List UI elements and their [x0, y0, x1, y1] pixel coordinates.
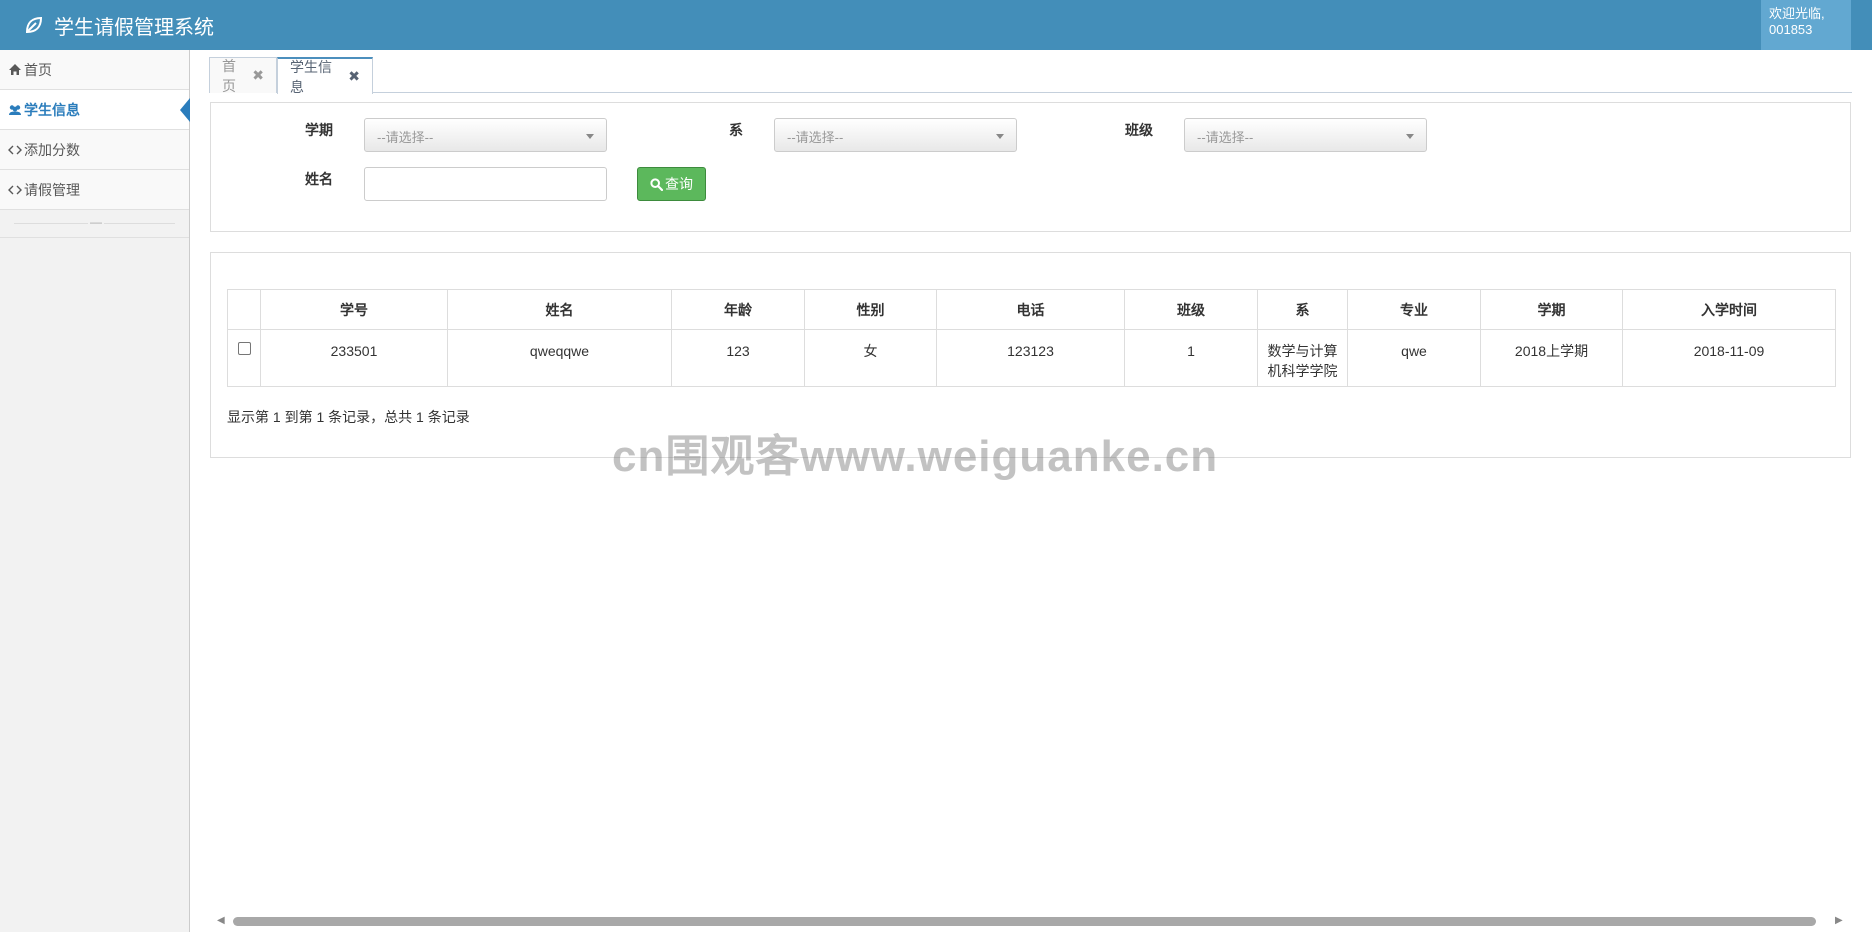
scroll-right-icon[interactable]: ▶ [1835, 915, 1843, 926]
class-select[interactable]: --请选择-- [1184, 118, 1427, 152]
select-column-header [227, 289, 261, 330]
row-select-cell [227, 329, 261, 387]
tab-home[interactable]: 首页 ✖ [209, 57, 277, 94]
chevron-down-icon [996, 134, 1004, 139]
sidebar-item-leave-management[interactable]: 请假管理 [0, 170, 189, 210]
leaf-icon [25, 16, 43, 34]
chevron-down-icon [1406, 134, 1414, 139]
student-table: 学号 姓名 年龄 性别 电话 班级 系 专业 学期 入学时间 233501 qw… [227, 289, 1836, 387]
row-checkbox[interactable] [237, 342, 251, 355]
sidebar-item-home[interactable]: 首页 [0, 50, 189, 90]
term-select-value: --请选择-- [377, 130, 434, 145]
username: 001853 [1769, 22, 1813, 37]
table-cell: qwe [1347, 329, 1481, 387]
table-cell: qweqqwe [447, 329, 672, 387]
column-header[interactable]: 姓名 [447, 289, 672, 330]
column-header[interactable]: 电话 [936, 289, 1125, 330]
search-button[interactable]: 查询 [637, 167, 706, 201]
column-header[interactable]: 年龄 [671, 289, 805, 330]
table-cell: 123 [671, 329, 805, 387]
close-icon[interactable]: ✖ [252, 67, 264, 84]
user-welcome[interactable]: 欢迎光临, 001853 [1761, 0, 1851, 50]
pagination-info: 显示第 1 到第 1 条记录，总共 1 条记录 [227, 409, 470, 425]
sidebar-item-label: 添加分数 [24, 141, 80, 158]
scrollbar-thumb[interactable] [233, 917, 1816, 926]
tab-label: 学生信息 [290, 58, 332, 95]
table-row[interactable]: 233501 qweqqwe 123 女 123123 1 数学与计算机科学学院… [227, 329, 1836, 387]
tab-label: 首页 [222, 57, 236, 94]
code-icon [8, 145, 22, 154]
sidebar-item-student-info[interactable]: 学生信息 [0, 90, 190, 130]
chevron-down-icon [586, 134, 594, 139]
table-cell: 2018-11-09 [1622, 329, 1836, 387]
table-cell: 1 [1124, 329, 1258, 387]
table-cell: 233501 [260, 329, 448, 387]
column-header[interactable]: 班级 [1124, 289, 1258, 330]
table-cell: 数学与计算机科学学院 [1257, 329, 1348, 387]
column-header[interactable]: 学号 [260, 289, 448, 330]
term-label: 学期 [305, 122, 333, 138]
table-cell: 123123 [936, 329, 1125, 387]
search-button-label: 查询 [665, 176, 693, 192]
term-select[interactable]: --请选择-- [364, 118, 607, 152]
class-select-value: --请选择-- [1197, 130, 1254, 145]
column-header[interactable]: 系 [1257, 289, 1348, 330]
dept-select[interactable]: --请选择-- [774, 118, 1017, 152]
tab-student-info[interactable]: 学生信息 ✖ [277, 57, 373, 95]
table-header-row: 学号 姓名 年龄 性别 电话 班级 系 专业 学期 入学时间 [227, 289, 1836, 330]
column-header[interactable]: 性别 [804, 289, 937, 330]
column-header[interactable]: 专业 [1347, 289, 1481, 330]
sidebar-item-label: 首页 [24, 61, 52, 78]
tab-bar: 首页 ✖ 学生信息 ✖ [209, 57, 1852, 95]
scroll-left-icon[interactable]: ◀ [217, 915, 225, 926]
close-icon[interactable]: ✖ [348, 68, 360, 85]
column-header[interactable]: 入学时间 [1622, 289, 1836, 330]
home-icon [9, 64, 21, 75]
dept-label: 系 [729, 122, 743, 138]
welcome-text: 欢迎光临, [1769, 6, 1825, 21]
name-label: 姓名 [305, 171, 333, 187]
column-header[interactable]: 学期 [1480, 289, 1623, 330]
name-input[interactable] [364, 167, 607, 201]
top-header: 学生请假管理系统 欢迎光临, 001853 [0, 0, 1872, 50]
sidebar: 首页 学生信息 添加分数 请假管理 — [0, 50, 190, 932]
app-title: 学生请假管理系统 [54, 16, 214, 39]
table-cell: 女 [804, 329, 937, 387]
brand[interactable]: 学生请假管理系统 [24, 0, 214, 50]
search-icon [650, 177, 663, 191]
search-panel: 学期 --请选择-- 系 --请选择-- 班级 --请选择-- 姓名 查询 [210, 102, 1851, 232]
horizontal-scrollbar[interactable]: ◀ ▶ [209, 909, 1852, 931]
table-cell: 2018上学期 [1480, 329, 1623, 387]
watermark: cn围观客www.weiguanke.cn [612, 432, 1219, 481]
collapse-icon: — [88, 215, 104, 229]
sidebar-item-add-score[interactable]: 添加分数 [0, 130, 189, 170]
dept-select-value: --请选择-- [787, 130, 844, 145]
sidebar-item-label: 学生信息 [24, 101, 80, 118]
sidebar-item-label: 请假管理 [24, 181, 80, 198]
class-label: 班级 [1125, 122, 1153, 138]
sidebar-collapse-toggle[interactable]: — [0, 210, 189, 238]
code-icon [8, 185, 22, 194]
users-icon [9, 104, 21, 115]
